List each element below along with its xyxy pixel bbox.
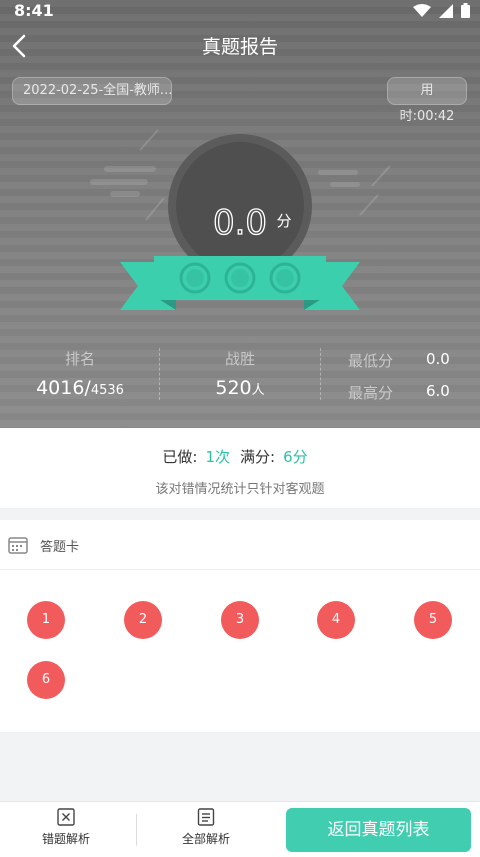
answer-card-title: 答题卡	[40, 540, 80, 555]
score-value: 0.0	[213, 203, 267, 243]
question-button[interactable]: 2	[124, 601, 162, 639]
status-bar: 8:41	[0, 0, 480, 24]
summary-line: 已做: 1次 满分: 6分	[0, 446, 480, 467]
question-button[interactable]: 3	[221, 601, 259, 639]
max-score-value: 6.0	[426, 382, 450, 400]
bottom-action-bar: 错题解析 全部解析 返回真题列表	[0, 801, 480, 857]
rank-stat: 排名 4016/4536	[20, 348, 140, 399]
signal-icon	[439, 3, 453, 18]
beat-value: 520人	[215, 377, 265, 399]
done-value: 1次	[205, 448, 230, 466]
answer-card: 答题卡 1 2 3 4 5 6	[0, 520, 480, 732]
wrong-analysis-icon	[57, 808, 75, 826]
rank-label: 排名	[64, 350, 95, 368]
question-button[interactable]: 4	[317, 601, 355, 639]
question-button[interactable]: 5	[414, 601, 452, 639]
wifi-icon	[413, 3, 431, 17]
all-analysis-button[interactable]: 全部解析	[146, 808, 266, 847]
attempt-summary: 已做: 1次 满分: 6分 该对错情况统计只针对客观题	[0, 428, 480, 508]
beat-stat: 战胜 520人	[180, 348, 300, 399]
done-label: 已做:	[162, 448, 198, 466]
divider	[159, 348, 160, 400]
answer-sheet-icon	[8, 537, 28, 554]
wrong-analysis-button[interactable]: 错题解析	[6, 808, 126, 847]
divider	[320, 348, 321, 400]
divider	[136, 814, 137, 846]
page-title: 真题报告	[201, 36, 278, 58]
full-label: 满分:	[240, 448, 276, 466]
report-header: 8:41 真题报告 2022-02-25-全国-教师... 用时:00:42 0…	[0, 0, 480, 428]
wrong-analysis-label: 错题解析	[41, 832, 90, 846]
stats-row: 排名 4016/4536 战胜 520人 最低分 0.0 最高分 6.0	[0, 340, 480, 410]
summary-note: 该对错情况统计只针对客观题	[155, 482, 325, 497]
min-score-value: 0.0	[426, 350, 450, 368]
question-button[interactable]: 6	[27, 661, 65, 699]
score-unit: 分	[276, 212, 291, 230]
question-button[interactable]: 1	[27, 601, 65, 639]
all-analysis-icon	[197, 808, 215, 826]
beat-label: 战胜	[224, 350, 255, 368]
score-medal: 0.0 分	[90, 129, 391, 310]
full-value: 6分	[283, 448, 308, 466]
all-analysis-label: 全部解析	[181, 832, 230, 846]
status-time: 8:41	[14, 1, 54, 20]
nav-bar: 真题报告	[0, 26, 480, 66]
answer-card-header: 答题卡	[0, 520, 480, 570]
return-to-list-button[interactable]: 返回真题列表	[286, 808, 471, 852]
max-score-label: 最高分	[348, 384, 394, 402]
battery-icon	[461, 3, 470, 18]
rank-value: 4016/4536	[36, 377, 124, 399]
min-score-label: 最低分	[348, 352, 394, 370]
status-icons	[413, 3, 470, 18]
